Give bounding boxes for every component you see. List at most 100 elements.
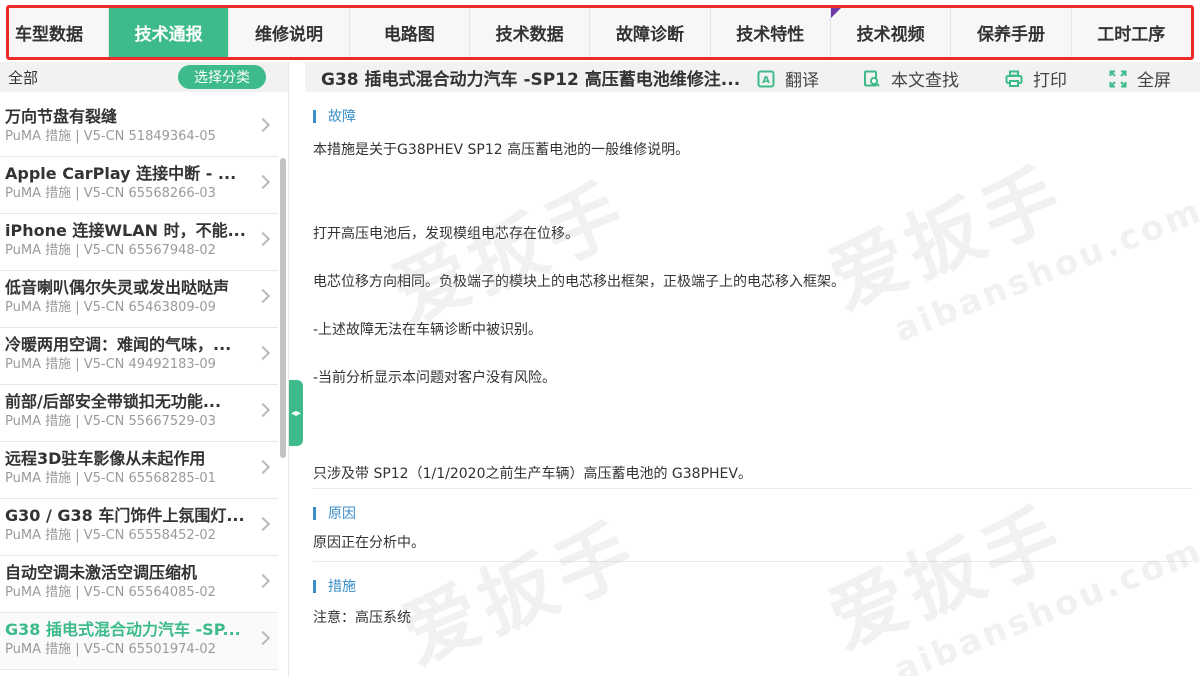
list-item[interactable]: 冷暖两用空调：难闻的气味，... PuMA 措施 | V5-CN 4949218… [0, 328, 278, 385]
item-subtitle: PuMA 措施 | V5-CN 65568285-01 [5, 471, 216, 486]
tab-label: 保养手册 [976, 25, 1045, 45]
translate-label: 翻译 [785, 71, 819, 91]
top-tab-bar: 车型数据 技术通报 维修说明 电路图 技术数据 故障诊断 技术特性 技术视频 保… [6, 5, 1194, 60]
watermark: 爱扳手 [373, 150, 642, 344]
list-item[interactable]: 前部/后部安全带锁扣无功能... PuMA 措施 | V5-CN 5566752… [0, 385, 278, 442]
chevron-right-icon [255, 231, 271, 247]
tab-label: 技术通报 [134, 25, 203, 45]
tab-tech-data[interactable]: 技术数据 [470, 8, 591, 57]
chevron-right-icon [255, 459, 271, 475]
tab-tech-bulletin[interactable]: 技术通报 [109, 8, 230, 57]
list-item[interactable]: 万向节盘有裂缝 PuMA 措施 | V5-CN 51849364-05 [0, 100, 278, 157]
print-button[interactable]: 打印 [1005, 66, 1067, 91]
tab-labor-times[interactable]: 工时工序 [1072, 8, 1191, 57]
find-label: 本文查找 [891, 71, 959, 91]
item-title: 低音喇叭偶尔失灵或发出哒哒声 [5, 278, 230, 297]
tab-repair-instructions[interactable]: 维修说明 [229, 8, 350, 57]
paragraph: -当前分析显示本问题对客户没有风险。 [313, 370, 557, 386]
tab-maintenance-manual[interactable]: 保养手册 [951, 8, 1072, 57]
section-divider [313, 488, 1193, 489]
item-title: G30 / G38 车门饰件上氛围灯... [5, 506, 245, 525]
chevron-right-icon [255, 345, 271, 361]
document-title: G38 插电式混合动力汽车 -SP12 高压蓄电池维修注... [321, 69, 741, 90]
fullscreen-button[interactable]: 全屏 [1109, 66, 1171, 91]
all-filter-label[interactable]: 全部 [8, 67, 38, 88]
paragraph: 打开高压电池后，发现模组电芯存在位移。 [313, 226, 579, 242]
section-heading-cause: 原因 [313, 501, 1200, 525]
list-item[interactable]: iPhone 连接WLAN 时，不能... PuMA 措施 | V5-CN 65… [0, 214, 278, 271]
tab-label: 技术数据 [495, 25, 564, 45]
fullscreen-label: 全屏 [1137, 71, 1171, 91]
tab-wiring-diagram[interactable]: 电路图 [350, 8, 470, 57]
translate-icon: A [757, 70, 775, 88]
tab-label: 维修说明 [254, 25, 323, 45]
item-subtitle: PuMA 措施 | V5-CN 49492183-09 [5, 357, 216, 372]
chevron-right-icon [255, 288, 271, 304]
print-label: 打印 [1033, 71, 1067, 91]
sidebar-collapse-handle[interactable]: ◂▸ [289, 380, 303, 446]
item-title: 远程3D驻车影像从未起作用 [5, 449, 206, 468]
sidebar-header: 全部 选择分类 [0, 62, 288, 92]
chevron-right-icon [255, 174, 271, 190]
chevron-right-icon [255, 516, 271, 532]
collapse-arrows-icon: ◂▸ [290, 407, 302, 419]
tab-label: 电路图 [383, 25, 435, 45]
chevron-right-icon [255, 402, 271, 418]
tab-tech-video[interactable]: 技术视频 [830, 8, 952, 57]
tab-label: 技术特性 [736, 25, 805, 45]
list-item[interactable]: G30 / G38 车门饰件上氛围灯... PuMA 措施 | V5-CN 65… [0, 499, 278, 556]
item-subtitle: PuMA 措施 | V5-CN 65558452-02 [5, 528, 216, 543]
list-item[interactable]: 自动空调未激活空调压缩机 PuMA 措施 | V5-CN 65564085-02 [0, 556, 278, 613]
fullscreen-icon [1109, 70, 1127, 88]
find-in-text-button[interactable]: 本文查找 [863, 66, 959, 91]
item-subtitle: PuMA 措施 | V5-CN 55667529-03 [5, 414, 216, 429]
item-title: 前部/后部安全带锁扣无功能... [5, 392, 222, 411]
tab-diagnostics[interactable]: 故障诊断 [590, 8, 711, 57]
section-heading-fault: 故障 [313, 104, 1200, 128]
list-item[interactable]: 远程3D驻车影像从未起作用 PuMA 措施 | V5-CN 65568285-0… [0, 442, 278, 499]
item-subtitle: PuMA 措施 | V5-CN 65463809-09 [5, 300, 216, 315]
corner-badge [830, 8, 841, 18]
paragraph: 本措施是关于G38PHEV SP12 高压蓄电池的一般维修说明。 [313, 142, 690, 158]
chevron-right-icon [255, 573, 271, 589]
item-title: 自动空调未激活空调压缩机 [5, 563, 198, 582]
document-header: G38 插电式混合动力汽车 -SP12 高压蓄电池维修注... A 翻译 本文查… [305, 62, 1200, 92]
item-title: G38 插电式混合动力汽车 -SP... [5, 620, 241, 639]
paragraph: 注意：高压系统 [313, 610, 411, 626]
item-title: iPhone 连接WLAN 时，不能... [5, 221, 246, 240]
list-item[interactable]: Apple CarPlay 连接中断 - ... PuMA 措施 | V5-CN… [0, 157, 278, 214]
paragraph: -上述故障无法在车辆诊断中被识别。 [313, 322, 543, 338]
tab-model-data[interactable]: 车型数据 [9, 8, 109, 57]
tab-label: 故障诊断 [615, 25, 684, 45]
section-marker [313, 506, 316, 520]
document-body: 爱扳手 爱扳手 aibanshou.com 爱扳手 爱扳手 aibanshou.… [305, 92, 1200, 676]
item-title: Apple CarPlay 连接中断 - ... [5, 164, 237, 183]
paragraph: 只涉及带 SP12（1/1/2020之前生产车辆）高压蓄电池的 G38PHEV。 [313, 466, 752, 482]
section-heading-text: 原因 [328, 506, 356, 522]
section-heading-measure: 措施 [313, 574, 1200, 598]
sidebar-scrollbar[interactable] [280, 158, 286, 458]
item-subtitle: PuMA 措施 | V5-CN 65567948-02 [5, 243, 216, 258]
paragraph: 电芯位移方向相同。负极端子的模块上的电芯移出框架，正极端子上的电芯移入框架。 [313, 274, 845, 290]
list-item-selected[interactable]: G38 插电式混合动力汽车 -SP... PuMA 措施 | V5-CN 655… [0, 613, 278, 670]
document-panel: G38 插电式混合动力汽车 -SP12 高压蓄电池维修注... A 翻译 本文查… [305, 62, 1200, 676]
list-item[interactable]: 低音喇叭偶尔失灵或发出哒哒声 PuMA 措施 | V5-CN 65463809-… [0, 271, 278, 328]
section-heading-text: 故障 [328, 109, 356, 125]
printer-icon [1005, 70, 1023, 88]
item-title: 冷暖两用空调：难闻的气味，... [5, 335, 232, 354]
paragraph: 原因正在分析中。 [313, 535, 425, 551]
item-title: 万向节盘有裂缝 [5, 107, 118, 126]
section-divider [313, 561, 1193, 562]
select-category-button[interactable]: 选择分类 [178, 65, 266, 89]
chevron-right-icon [255, 117, 271, 133]
section-heading-text: 措施 [328, 579, 356, 595]
bulletin-list: 万向节盘有裂缝 PuMA 措施 | V5-CN 51849364-05 Appl… [0, 100, 278, 670]
tab-tech-features[interactable]: 技术特性 [711, 8, 831, 57]
translate-button[interactable]: A 翻译 [757, 66, 819, 91]
item-subtitle: PuMA 措施 | V5-CN 65501974-02 [5, 642, 216, 657]
chevron-right-icon [255, 630, 271, 646]
find-document-icon [863, 70, 881, 88]
tab-label: 技术视频 [856, 25, 925, 45]
item-subtitle: PuMA 措施 | V5-CN 51849364-05 [5, 129, 216, 144]
watermark-text: 爱扳手 [379, 165, 642, 341]
